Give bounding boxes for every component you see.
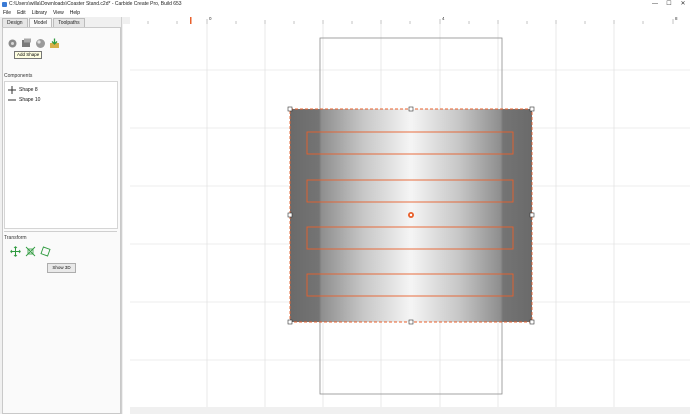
horizontal-scrollbar[interactable] (130, 407, 690, 414)
move-icon[interactable] (9, 245, 21, 257)
title-bar: C:\Users\willa\Downloads\Coaster Stand.c… (0, 0, 690, 9)
minimize-button[interactable]: — (648, 0, 662, 9)
menu-view[interactable]: View (50, 9, 67, 17)
ruler-label-8: 8 (675, 16, 678, 21)
menu-library[interactable]: Library (29, 9, 50, 17)
transform-toolbar (9, 245, 51, 257)
rotate-center-icon[interactable] (408, 212, 414, 218)
component-label: Shape 8 (19, 87, 38, 93)
window-title: C:\Users\willa\Downloads\Coaster Stand.c… (9, 1, 182, 7)
model-toolbar (6, 37, 60, 49)
left-panel: Design Model Toolpaths Add Shape Compone… (0, 17, 122, 414)
design-canvas[interactable] (130, 24, 690, 407)
components-list: Shape 8 Shape 10 (4, 81, 118, 229)
list-item-shape-8[interactable]: Shape 8 (8, 86, 38, 94)
plus-icon (8, 86, 16, 94)
close-button[interactable]: ✕ (676, 0, 690, 9)
ruler-label-0: 0 (209, 16, 212, 21)
gear-shape-icon[interactable] (6, 37, 18, 49)
import-icon[interactable] (48, 37, 60, 49)
sphere-icon[interactable] (34, 37, 46, 49)
transform-label: Transform (4, 235, 27, 241)
ruler-label-4: 4 (442, 16, 445, 21)
line-icon (8, 99, 16, 101)
add-shape-icon[interactable] (20, 37, 32, 49)
menu-edit[interactable]: Edit (14, 9, 29, 17)
list-item-shape-10[interactable]: Shape 10 (8, 96, 40, 104)
menu-help[interactable]: Help (67, 9, 83, 17)
scale-icon[interactable] (24, 245, 36, 257)
divider (4, 231, 117, 232)
component-label: Shape 10 (19, 97, 41, 103)
tab-toolpaths[interactable]: Toolpaths (53, 18, 85, 27)
app-icon (2, 2, 7, 7)
show-3d-button[interactable]: Show 3D (47, 263, 76, 273)
menu-bar: File Edit Library View Help (0, 9, 690, 17)
add-shape-tooltip: Add Shape (14, 51, 43, 59)
panel-tabs: Design Model Toolpaths (2, 18, 86, 28)
menu-file[interactable]: File (0, 9, 14, 17)
maximize-button[interactable]: ☐ (662, 0, 676, 9)
components-label: Components (4, 73, 33, 79)
rotate-icon[interactable] (39, 245, 51, 257)
tab-design[interactable]: Design (2, 18, 28, 27)
